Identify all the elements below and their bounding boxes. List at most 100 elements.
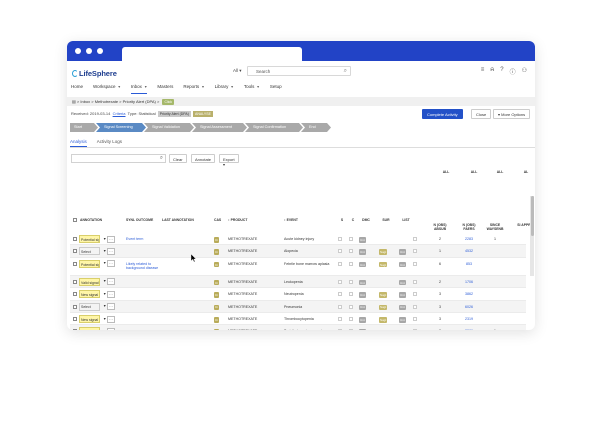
nav-item-setup[interactable]: Setup — [270, 84, 282, 94]
browser-tab[interactable] — [122, 47, 302, 61]
tab-analysis[interactable]: Analysis — [70, 139, 87, 147]
column-header[interactable]: LIST — [399, 218, 413, 222]
info-icon[interactable]: ⓘ — [510, 67, 516, 76]
more-actions-button[interactable]: … — [107, 260, 115, 268]
column-header[interactable]: SYNL OUTCOME — [126, 218, 156, 222]
column-header[interactable]: SINCE WAYSENB — [484, 223, 506, 231]
chevron-down-icon[interactable]: ▼ — [103, 329, 106, 330]
annotation-select[interactable]: Further Eva — [79, 327, 100, 330]
row-checkbox[interactable] — [73, 249, 77, 254]
help-icon[interactable]: ? — [500, 67, 503, 76]
annotation-select[interactable]: Select — [79, 247, 100, 256]
annotation-select[interactable]: Select — [79, 302, 100, 311]
synl-outcome[interactable]: Likely related to background disease — [126, 262, 170, 271]
workflow-step-signal-validation[interactable]: Signal Validation — [144, 123, 194, 132]
nav-item-tools[interactable]: Tools ▼ — [244, 84, 260, 94]
column-header[interactable]: CAS — [214, 218, 226, 222]
column-header[interactable]: ↕ PRODUCT — [228, 218, 268, 222]
n-obs-faers-link[interactable]: 2319 — [459, 317, 479, 321]
chevron-down-icon[interactable]: ▼ — [103, 292, 106, 296]
row-checkbox[interactable] — [73, 329, 77, 330]
flag-checkbox[interactable] — [413, 292, 417, 297]
column-header[interactable]: ANNOTATION — [80, 218, 110, 222]
row-checkbox[interactable] — [73, 292, 77, 297]
s-flag-checkbox[interactable] — [338, 317, 342, 321]
window-maximize-dot[interactable] — [97, 48, 103, 54]
nav-item-masters[interactable]: Masters — [157, 84, 173, 94]
menu-icon[interactable]: ≡ — [481, 67, 485, 76]
clear-button[interactable]: Clear — [169, 154, 187, 163]
vertical-scrollbar[interactable] — [530, 196, 534, 276]
nav-item-workspace[interactable]: Workspace ▼ — [93, 84, 121, 94]
s-flag-checkbox[interactable] — [338, 329, 342, 330]
n-obs-faers-link[interactable]: 1706 — [459, 280, 479, 284]
chevron-down-icon[interactable]: ▼ — [103, 237, 106, 241]
c-flag-checkbox[interactable] — [349, 237, 353, 241]
more-actions-button[interactable]: … — [107, 290, 115, 298]
scrollbar-thumb[interactable] — [530, 196, 534, 236]
workflow-step-end[interactable]: End — [301, 123, 331, 132]
bell-icon[interactable]: ⍾ — [490, 67, 494, 76]
c-flag-checkbox[interactable] — [349, 317, 353, 321]
annotation-select[interactable]: New signal — [79, 315, 100, 323]
annotation-select[interactable]: New signal — [79, 290, 100, 299]
tab-activity-logs[interactable]: Activity Logs — [97, 139, 122, 147]
chevron-down-icon[interactable]: ▼ — [103, 279, 106, 283]
n-obs-faers-link[interactable]: 853 — [459, 262, 479, 266]
flag-checkbox[interactable] — [413, 329, 417, 330]
more-actions-button[interactable]: … — [107, 247, 115, 255]
workflow-step-signal-confirmation[interactable]: Signal Confirmation — [245, 123, 303, 132]
table-row[interactable]: Valid signal ▼… Ci METHOTREXATE Leukopenia Un… — [70, 275, 526, 289]
more-actions-button[interactable]: … — [107, 327, 115, 330]
search-icon[interactable]: ⌕ — [344, 68, 347, 75]
close-button[interactable]: Close — [471, 109, 492, 119]
s-flag-checkbox[interactable] — [338, 261, 342, 266]
more-actions-button[interactable]: … — [107, 315, 115, 323]
table-row[interactable]: New signal ▼… Ci METHOTREXATE Neutropenia Unt… — [70, 288, 526, 301]
column-header[interactable]: SI APPR — [516, 223, 530, 227]
row-checkbox[interactable] — [73, 304, 77, 309]
nav-item-home[interactable]: Home — [71, 84, 83, 94]
s-flag-checkbox[interactable] — [338, 292, 342, 297]
flag-checkbox[interactable] — [413, 304, 417, 309]
criteria-link[interactable]: Criteria — [113, 111, 126, 116]
c-flag-checkbox[interactable] — [349, 304, 353, 309]
annotation-select[interactable]: Potential sig — [79, 259, 100, 268]
table-row[interactable]: New signal ▼… Ci METHOTREXATE Thrombocytopen… — [70, 313, 526, 326]
s-flag-checkbox[interactable] — [338, 279, 342, 284]
column-header[interactable]: C — [349, 218, 357, 222]
complete-activity-button[interactable]: Complete Activity — [422, 109, 463, 119]
column-header[interactable]: LAST ANNOTATION — [162, 218, 202, 222]
global-search-input[interactable]: Search ⌕ — [247, 66, 351, 76]
column-header[interactable]: N (OBS) FAERS — [458, 223, 480, 231]
c-flag-checkbox[interactable] — [349, 249, 353, 254]
lifesphere-logo[interactable]: LifeSphere — [72, 69, 117, 78]
workflow-step-signal-assessment[interactable]: Signal Assessment — [192, 123, 247, 132]
more-actions-button[interactable]: … — [107, 278, 115, 286]
grid-search-input[interactable]: ⌕ — [71, 154, 166, 163]
workflow-step-start[interactable]: Start — [70, 123, 98, 132]
s-flag-checkbox[interactable] — [338, 237, 342, 241]
flag-checkbox[interactable] — [413, 249, 417, 254]
chevron-down-icon[interactable]: ▼ — [103, 317, 106, 321]
annotation-select[interactable]: Valid signal — [79, 277, 100, 286]
s-flag-checkbox[interactable] — [338, 249, 342, 254]
select-all-checkbox[interactable] — [73, 218, 77, 222]
row-checkbox[interactable] — [73, 317, 77, 321]
window-minimize-dot[interactable] — [86, 48, 92, 54]
n-obs-faers-link[interactable]: 6026 — [459, 305, 479, 309]
c-flag-checkbox[interactable] — [349, 329, 353, 330]
column-header[interactable]: N (OBS) ABSUB — [429, 223, 451, 231]
flag-checkbox[interactable] — [413, 261, 417, 266]
nav-item-reports[interactable]: Reports ▼ — [183, 84, 204, 94]
c-flag-checkbox[interactable] — [349, 292, 353, 297]
table-row[interactable]: Select ▼… Ci METHOTREXATE Pneumonia Unt Sugt Un… — [70, 300, 526, 313]
more-options-button[interactable]: ▾ More Options — [493, 109, 531, 119]
nav-item-library[interactable]: Library ▼ — [215, 84, 234, 94]
row-checkbox[interactable] — [73, 279, 77, 284]
row-checkbox[interactable] — [73, 261, 77, 266]
chevron-down-icon[interactable]: ▼ — [103, 304, 106, 308]
nav-item-inbox[interactable]: Inbox ▼ — [130, 84, 148, 94]
chevron-down-icon[interactable]: ▼ — [103, 249, 106, 253]
flag-checkbox[interactable] — [413, 237, 417, 241]
